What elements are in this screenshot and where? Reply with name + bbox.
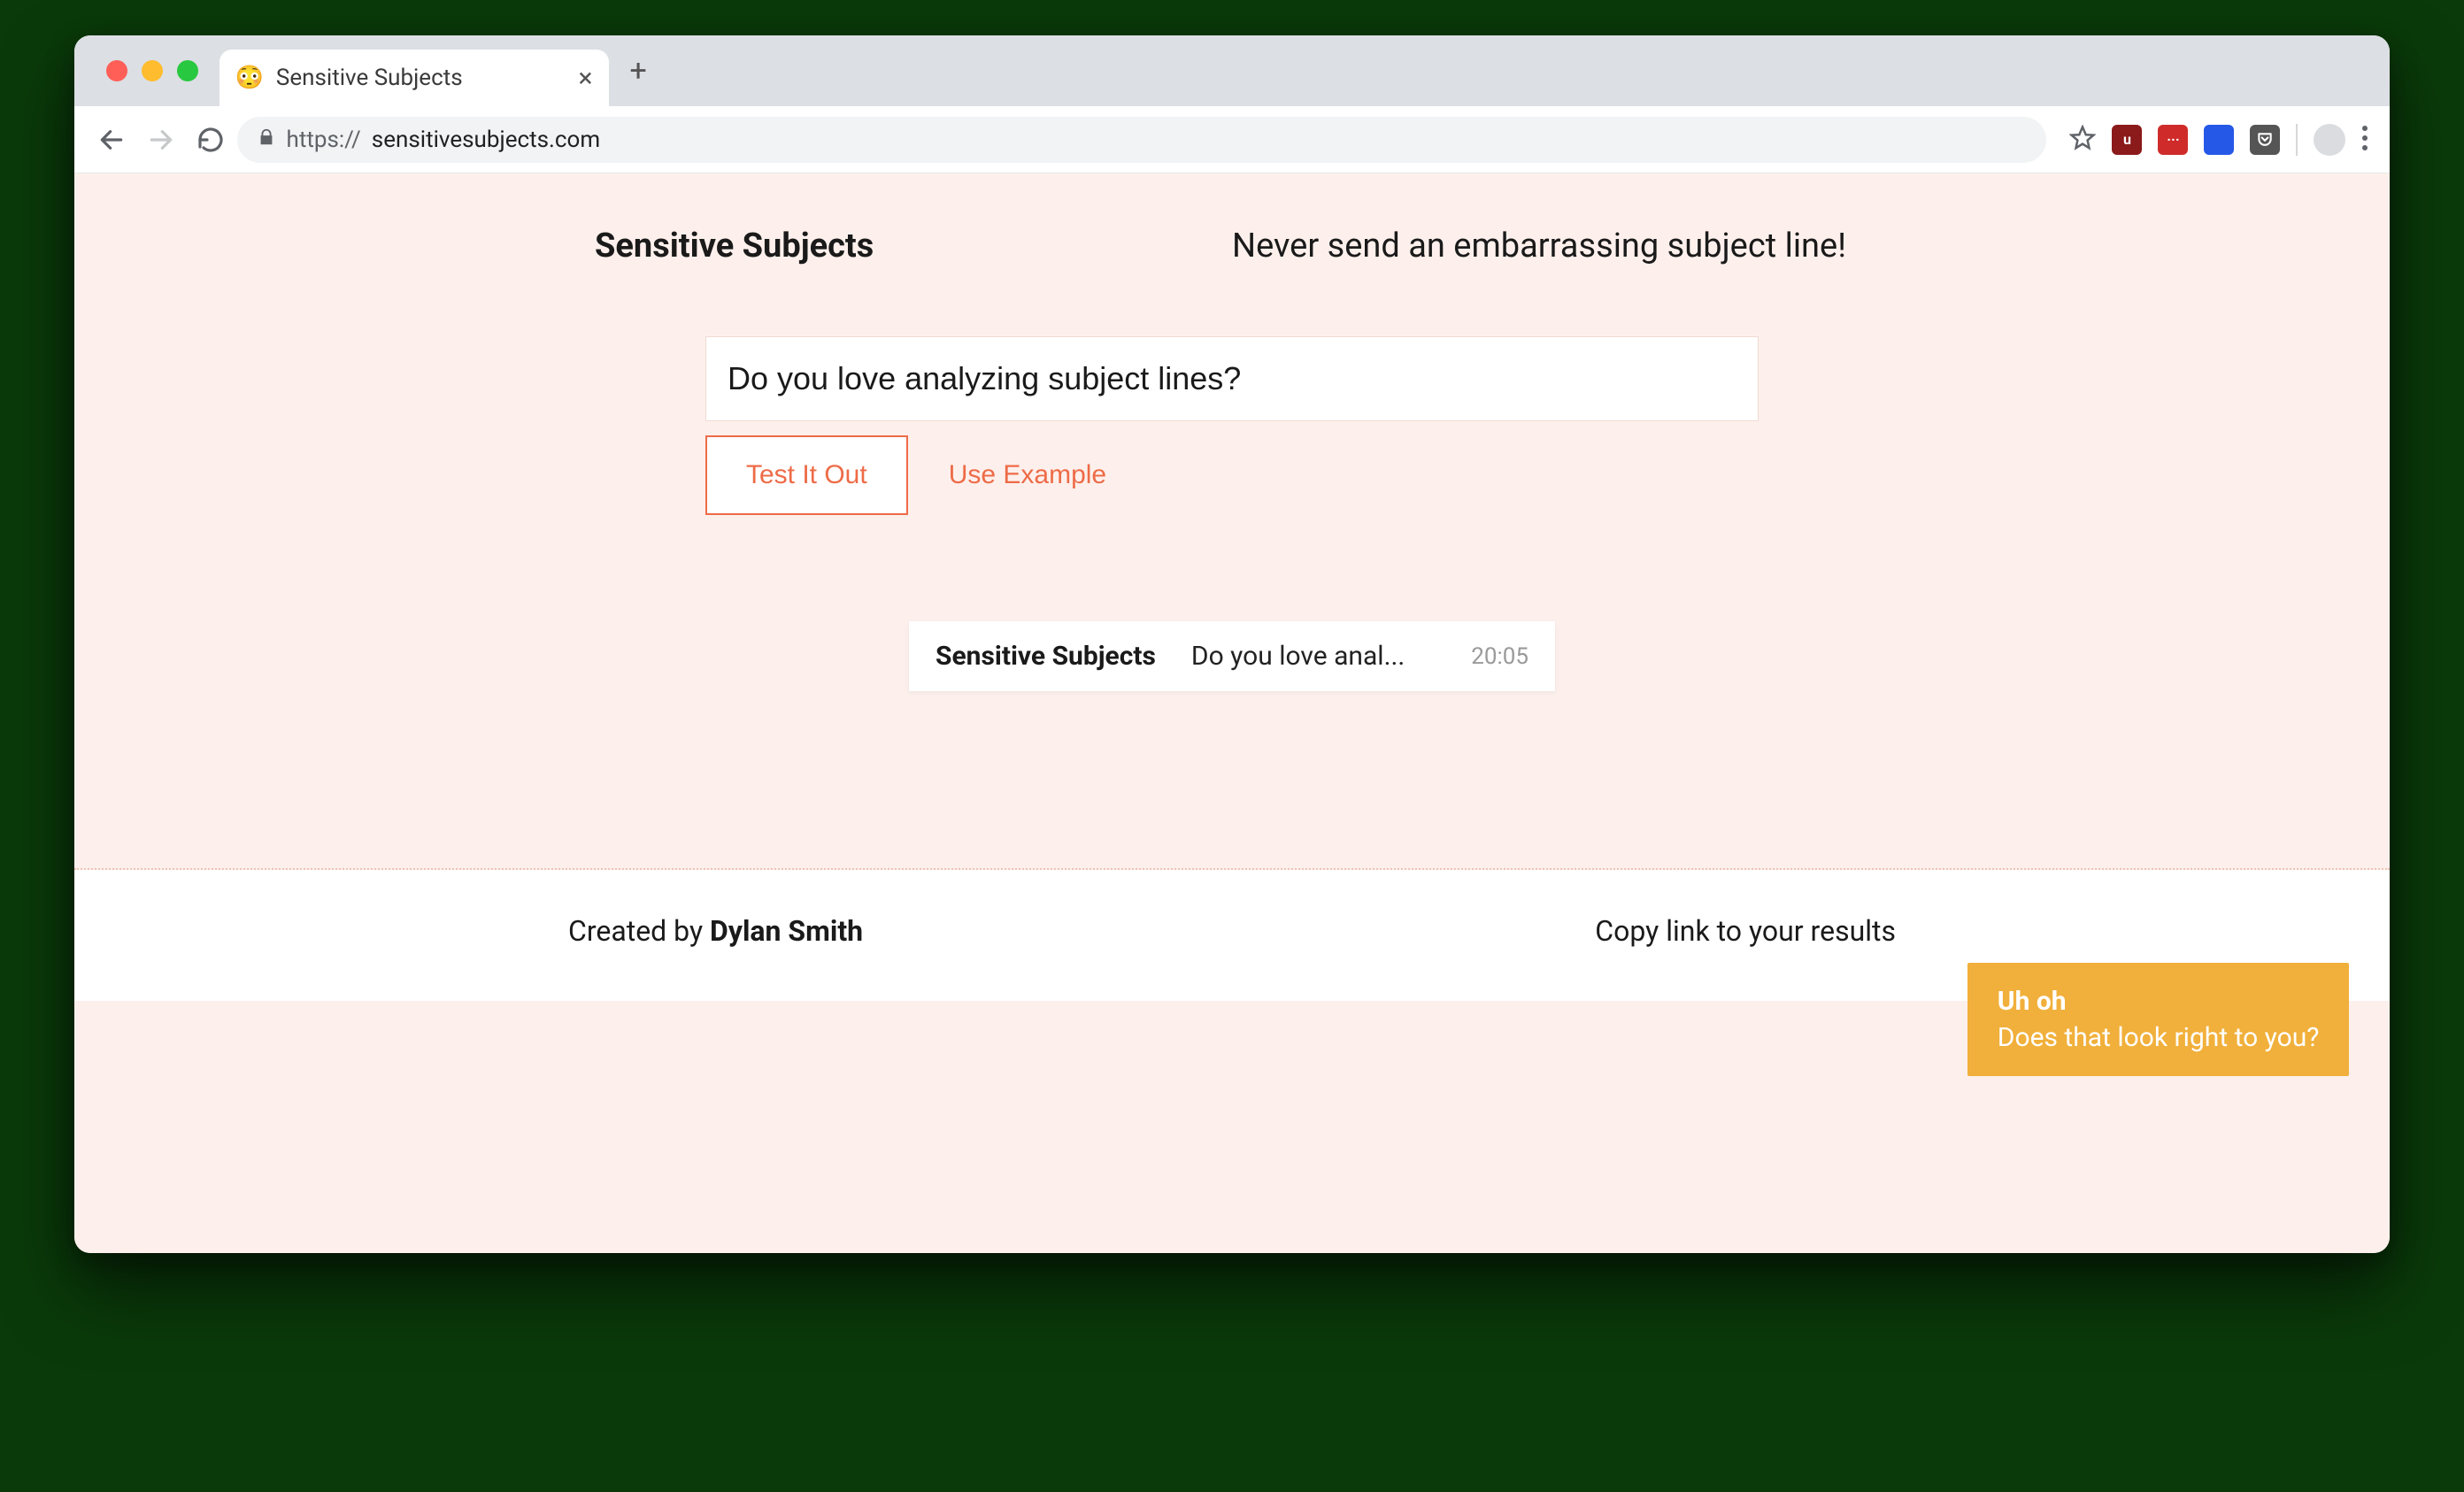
browser-menu-button[interactable] bbox=[2361, 125, 2368, 155]
window-maximize-button[interactable] bbox=[177, 60, 198, 81]
nav-buttons bbox=[96, 124, 227, 156]
arrow-right-icon bbox=[147, 126, 175, 154]
form-actions: Test It Out Use Example bbox=[705, 435, 1759, 515]
address-bar[interactable]: https:// sensitivesubjects.com bbox=[237, 117, 2047, 163]
warning-toast: Uh oh Does that look right to you? bbox=[1967, 963, 2350, 1076]
footer-credit: Created by Dylan Smith bbox=[568, 914, 863, 948]
bookmark-star-icon[interactable] bbox=[2069, 125, 2096, 155]
test-it-out-button[interactable]: Test It Out bbox=[705, 435, 908, 515]
profile-avatar[interactable] bbox=[2314, 124, 2345, 156]
subject-input[interactable] bbox=[705, 336, 1759, 421]
subject-form: Test It Out Use Example bbox=[705, 336, 1759, 515]
toolbar-separator bbox=[2296, 124, 2298, 156]
author-name[interactable]: Dylan Smith bbox=[710, 914, 863, 948]
back-button[interactable] bbox=[96, 124, 127, 156]
tab-strip: 😳 Sensitive Subjects × + bbox=[74, 35, 2391, 106]
bitwarden-extension-icon[interactable] bbox=[2204, 125, 2234, 155]
browser-toolbar: https:// sensitivesubjects.com u ··· bbox=[74, 106, 2391, 173]
reload-icon bbox=[196, 126, 225, 154]
browser-window: 😳 Sensitive Subjects × + https:// sensiti… bbox=[74, 35, 2391, 1253]
lastpass-extension-icon[interactable]: ··· bbox=[2158, 125, 2188, 155]
reload-button[interactable] bbox=[195, 124, 227, 156]
window-minimize-button[interactable] bbox=[142, 60, 163, 81]
pocket-extension-icon[interactable] bbox=[2250, 125, 2280, 155]
toast-title: Uh oh bbox=[1998, 986, 2320, 1017]
use-example-link[interactable]: Use Example bbox=[949, 460, 1106, 490]
page-header: Sensitive Subjects Never send an embarra… bbox=[586, 227, 1878, 336]
tab-favicon: 😳 bbox=[235, 66, 264, 89]
site-title: Sensitive Subjects bbox=[595, 227, 1232, 265]
forward-button[interactable] bbox=[145, 124, 177, 156]
page-content: Sensitive Subjects Never send an embarra… bbox=[74, 173, 2391, 1253]
tab-close-icon[interactable]: × bbox=[579, 63, 593, 94]
url-scheme: https:// bbox=[287, 127, 361, 153]
tab-title: Sensitive Subjects bbox=[276, 65, 566, 91]
window-traffic-lights bbox=[90, 60, 207, 81]
arrow-left-icon bbox=[97, 126, 126, 154]
url-host: sensitivesubjects.com bbox=[372, 127, 600, 153]
toast-body: Does that look right to you? bbox=[1998, 1022, 2320, 1053]
window-close-button[interactable] bbox=[106, 60, 127, 81]
new-tab-button[interactable]: + bbox=[621, 53, 656, 88]
preview-sender: Sensitive Subjects bbox=[936, 641, 1156, 672]
copy-link-button[interactable]: Copy link to your results bbox=[1595, 914, 1896, 948]
tagline: Never send an embarrassing subject line! bbox=[1232, 227, 1869, 265]
preview-time: 20:05 bbox=[1471, 643, 1528, 670]
lock-icon bbox=[257, 127, 276, 153]
preview-snippet: Do you love anal... bbox=[1191, 641, 1405, 672]
created-by-label: Created by bbox=[568, 914, 710, 948]
extension-icons: u ··· bbox=[2057, 124, 2368, 156]
ublock-extension-icon[interactable]: u bbox=[2112, 125, 2142, 155]
browser-tab[interactable]: 😳 Sensitive Subjects × bbox=[219, 50, 609, 106]
inbox-preview: Sensitive Subjects Do you love anal... 2… bbox=[909, 621, 1555, 691]
